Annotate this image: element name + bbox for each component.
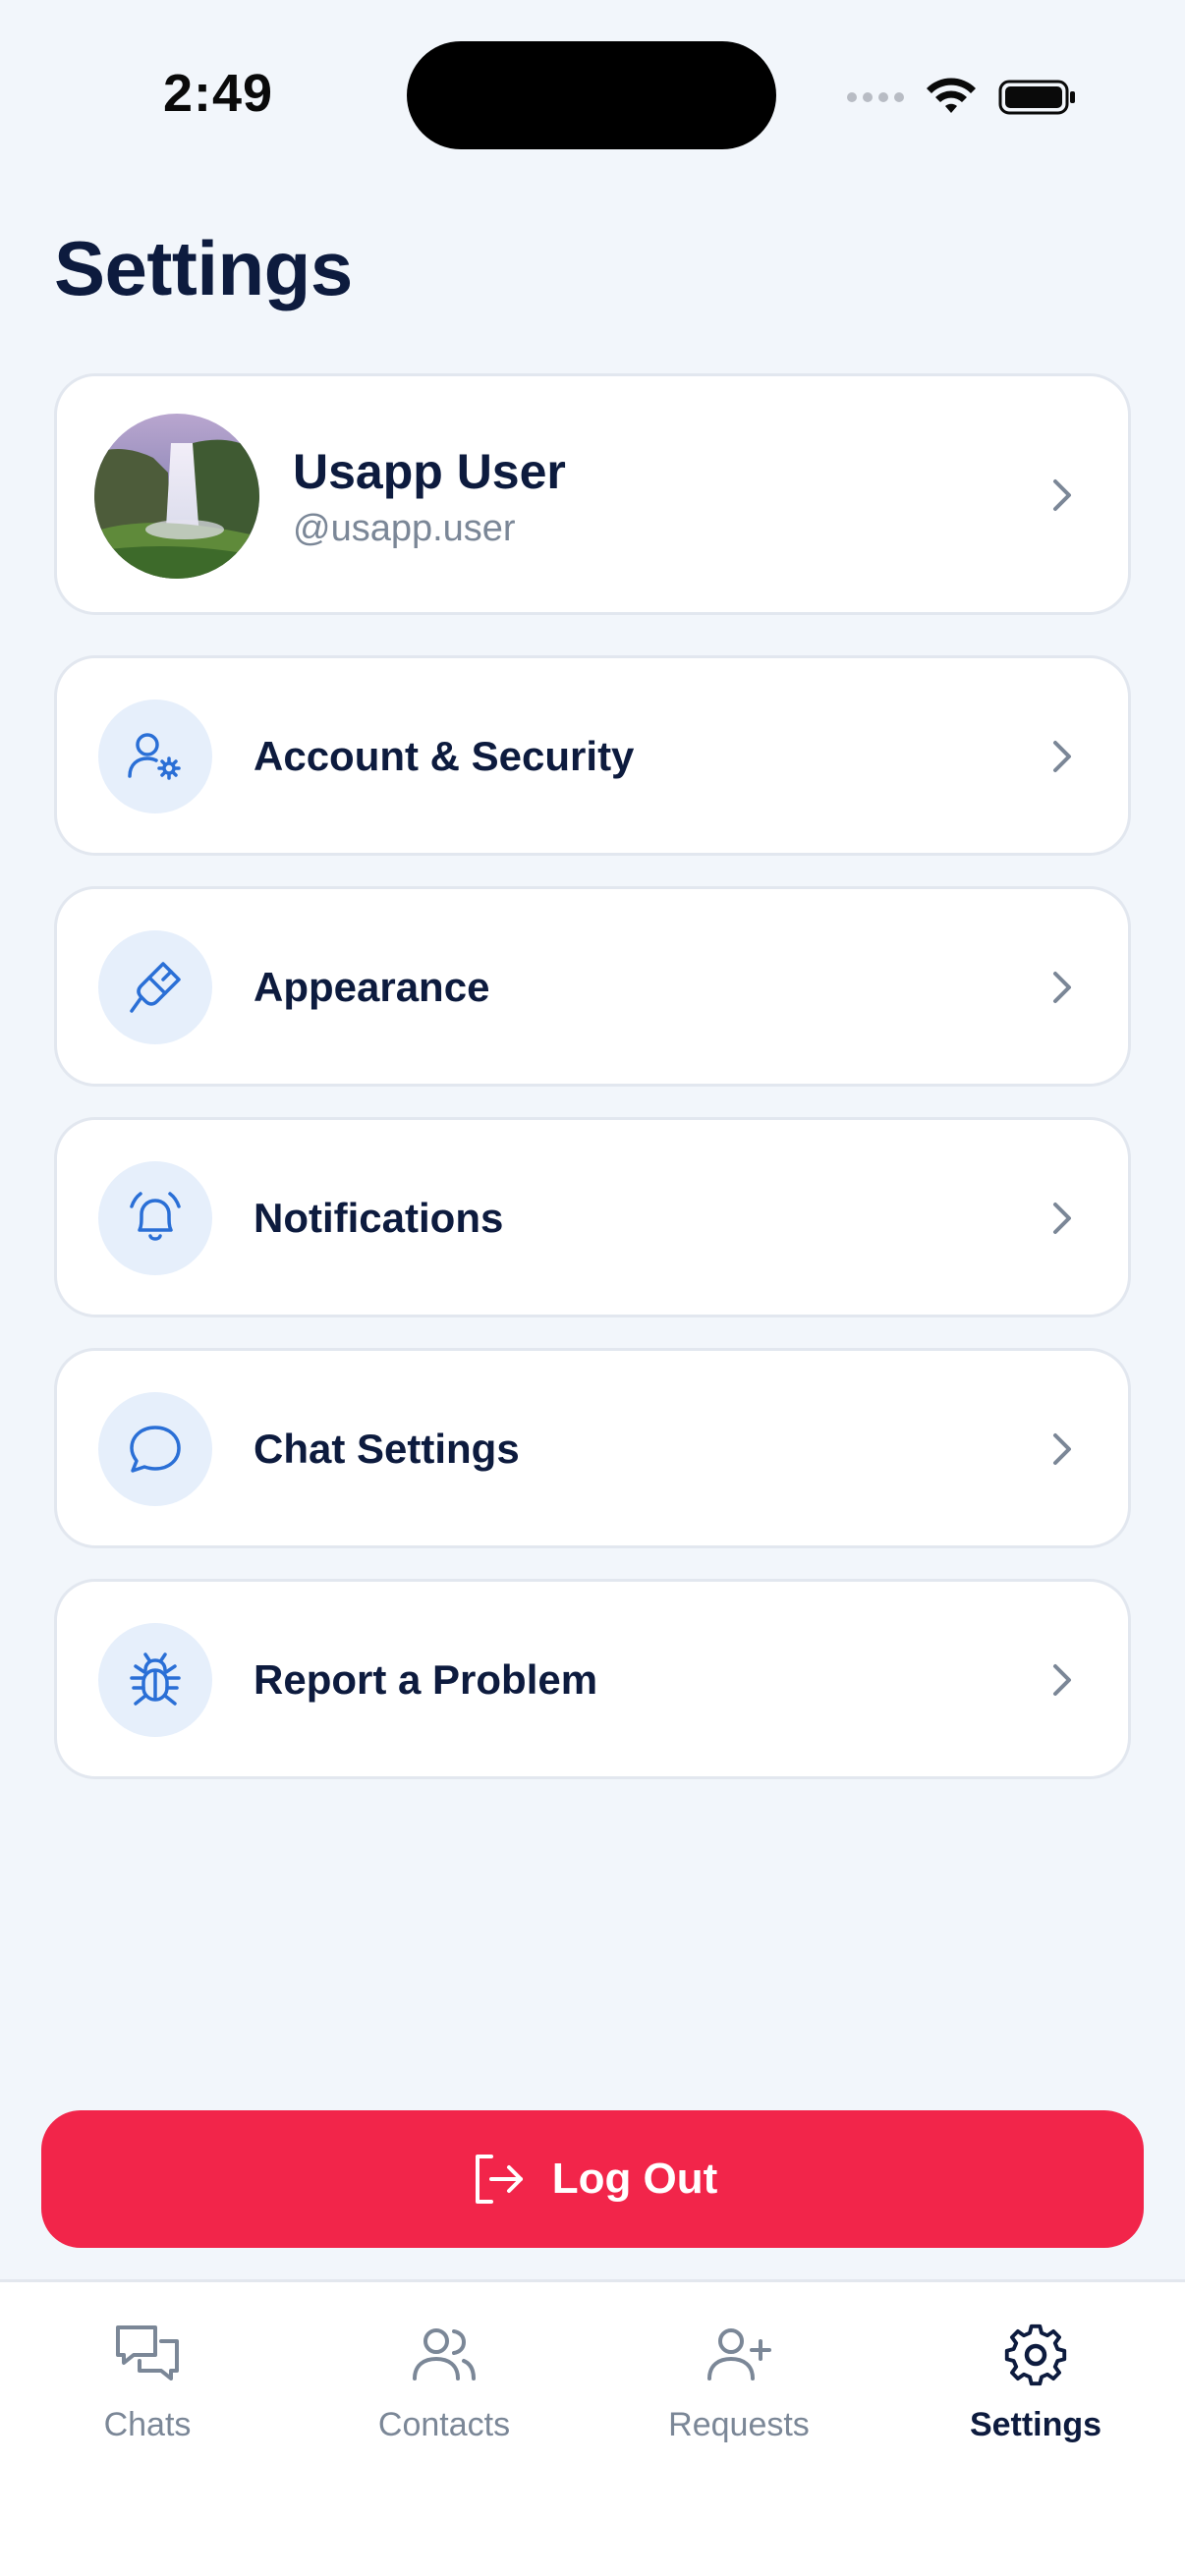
settings-screen: 2:49 Settings Usapp User @usapp.user Acc… (0, 0, 1185, 2576)
paintbrush-icon (98, 930, 212, 1044)
logout-icon (475, 2155, 523, 2204)
profile-handle: @usapp.user (293, 508, 516, 549)
tab-settings[interactable]: Settings (888, 2320, 1183, 2444)
menu-item-report-problem[interactable]: Report a Problem (54, 1579, 1131, 1779)
menu-item-notifications[interactable]: Notifications (54, 1117, 1131, 1317)
avatar (94, 414, 259, 579)
menu-item-chat-settings[interactable]: Chat Settings (54, 1348, 1131, 1548)
menu-item-account-security[interactable]: Account & Security (54, 655, 1131, 856)
chevron-right-icon (1053, 1664, 1071, 1696)
chat-bubble-icon (98, 1392, 212, 1506)
chevron-right-icon (1053, 741, 1071, 772)
cellular-signal-icon (847, 92, 904, 102)
tab-label: Requests (668, 2406, 810, 2443)
menu-item-label: Report a Problem (254, 1656, 598, 1703)
tab-requests[interactable]: Requests (592, 2320, 886, 2444)
dynamic-island (407, 41, 776, 149)
chats-icon (116, 2325, 179, 2380)
bell-icon (98, 1161, 212, 1275)
profile-card[interactable]: Usapp User @usapp.user (54, 373, 1131, 615)
menu-item-label: Notifications (254, 1195, 504, 1241)
menu-item-label: Chat Settings (254, 1426, 520, 1472)
profile-name: Usapp User (293, 444, 566, 499)
gear-icon (1004, 2324, 1067, 2386)
menu-item-label: Account & Security (254, 733, 635, 779)
tab-contacts[interactable]: Contacts (297, 2320, 592, 2444)
menu-item-label: Appearance (254, 964, 490, 1010)
user-gear-icon (98, 700, 212, 813)
add-user-icon (707, 2328, 771, 2380)
chevron-right-icon (1053, 972, 1071, 1003)
tab-label: Chats (103, 2406, 192, 2443)
tab-label: Contacts (377, 2406, 511, 2443)
wifi-icon (927, 78, 976, 113)
logout-label: Log Out (551, 2155, 718, 2203)
tab-label: Settings (969, 2406, 1102, 2443)
tab-bar: Chats Contacts Requests Settings (0, 2279, 1185, 2576)
menu-item-appearance[interactable]: Appearance (54, 886, 1131, 1087)
chevron-right-icon (1053, 479, 1071, 511)
tab-chats[interactable]: Chats (0, 2320, 295, 2444)
chevron-right-icon (1053, 1433, 1071, 1465)
status-time: 2:49 (163, 64, 274, 123)
battery-icon (998, 80, 1075, 115)
page-title: Settings (54, 225, 353, 311)
status-icons (847, 73, 1077, 122)
contacts-icon (413, 2328, 476, 2380)
bug-icon (98, 1623, 212, 1737)
logout-button[interactable]: Log Out (41, 2110, 1144, 2248)
chevron-right-icon (1053, 1203, 1071, 1234)
